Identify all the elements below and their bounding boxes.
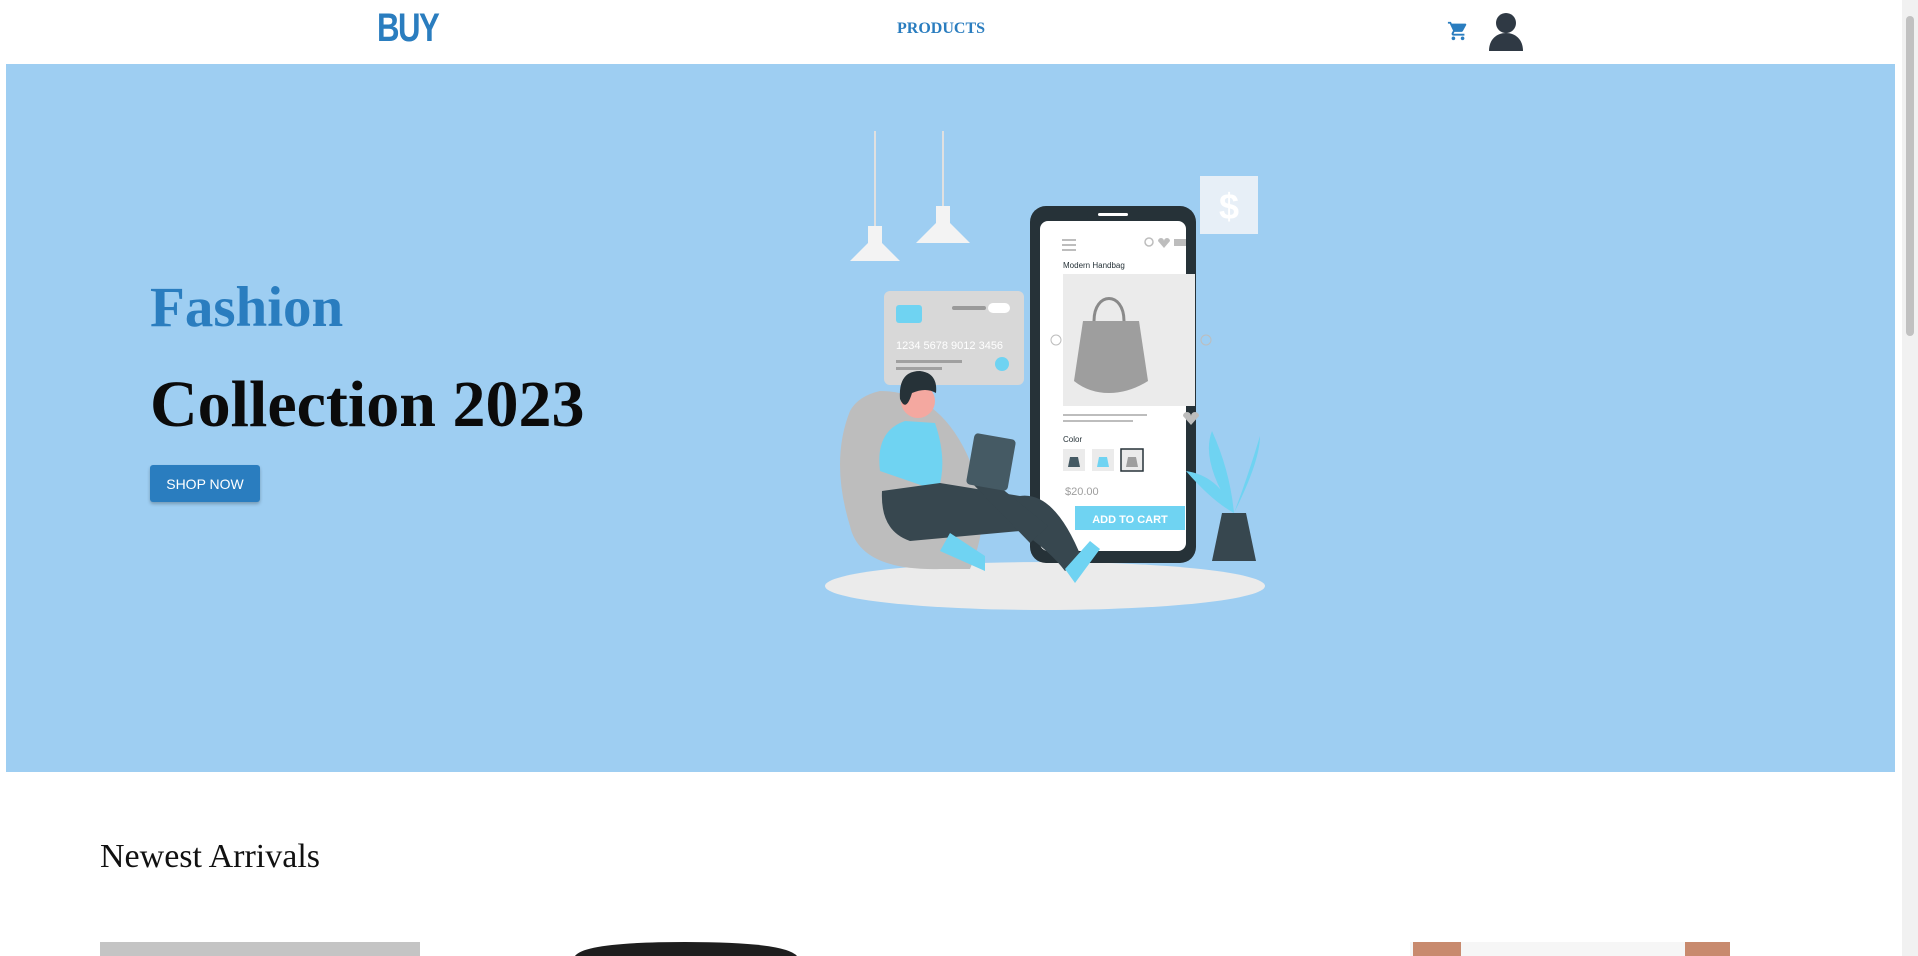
scrollbar-thumb[interactable] (1906, 16, 1914, 336)
hero-subtitle: Fashion (150, 276, 344, 339)
hero-banner: Fashion Collection 2023 SHOP NOW $ 1234 … (6, 64, 1895, 772)
color-label-text: Color (1063, 435, 1082, 444)
newest-arrivals-heading: Newest Arrivals (100, 838, 321, 875)
navbar: BUY PRODUCTS (0, 0, 1902, 64)
shopping-cart-icon[interactable] (1447, 20, 1469, 42)
brand-logo[interactable]: BUY (377, 6, 440, 51)
shop-now-button[interactable]: SHOP NOW (150, 465, 260, 502)
nav-products-link[interactable]: PRODUCTS (897, 20, 985, 38)
product-card-image[interactable] (575, 942, 800, 956)
price-text: $20.00 (1065, 486, 1099, 498)
card-number-text: 1234 5678 9012 3456 (896, 340, 1003, 352)
add-to-cart-text: ADD TO CART (1092, 514, 1168, 526)
product-card-image[interactable] (1410, 942, 1730, 956)
product-name-text: Modern Handbag (1063, 261, 1125, 270)
hero-title: Collection 2023 (150, 368, 585, 441)
dollar-sign-text: $ (1219, 186, 1239, 227)
user-avatar-icon[interactable] (1487, 11, 1525, 51)
product-card-image[interactable] (100, 942, 420, 956)
shopping-illustration: $ 1234 5678 9012 3456 Modern Handbag Col… (825, 131, 1265, 610)
page-scrollbar[interactable] (1902, 0, 1918, 956)
